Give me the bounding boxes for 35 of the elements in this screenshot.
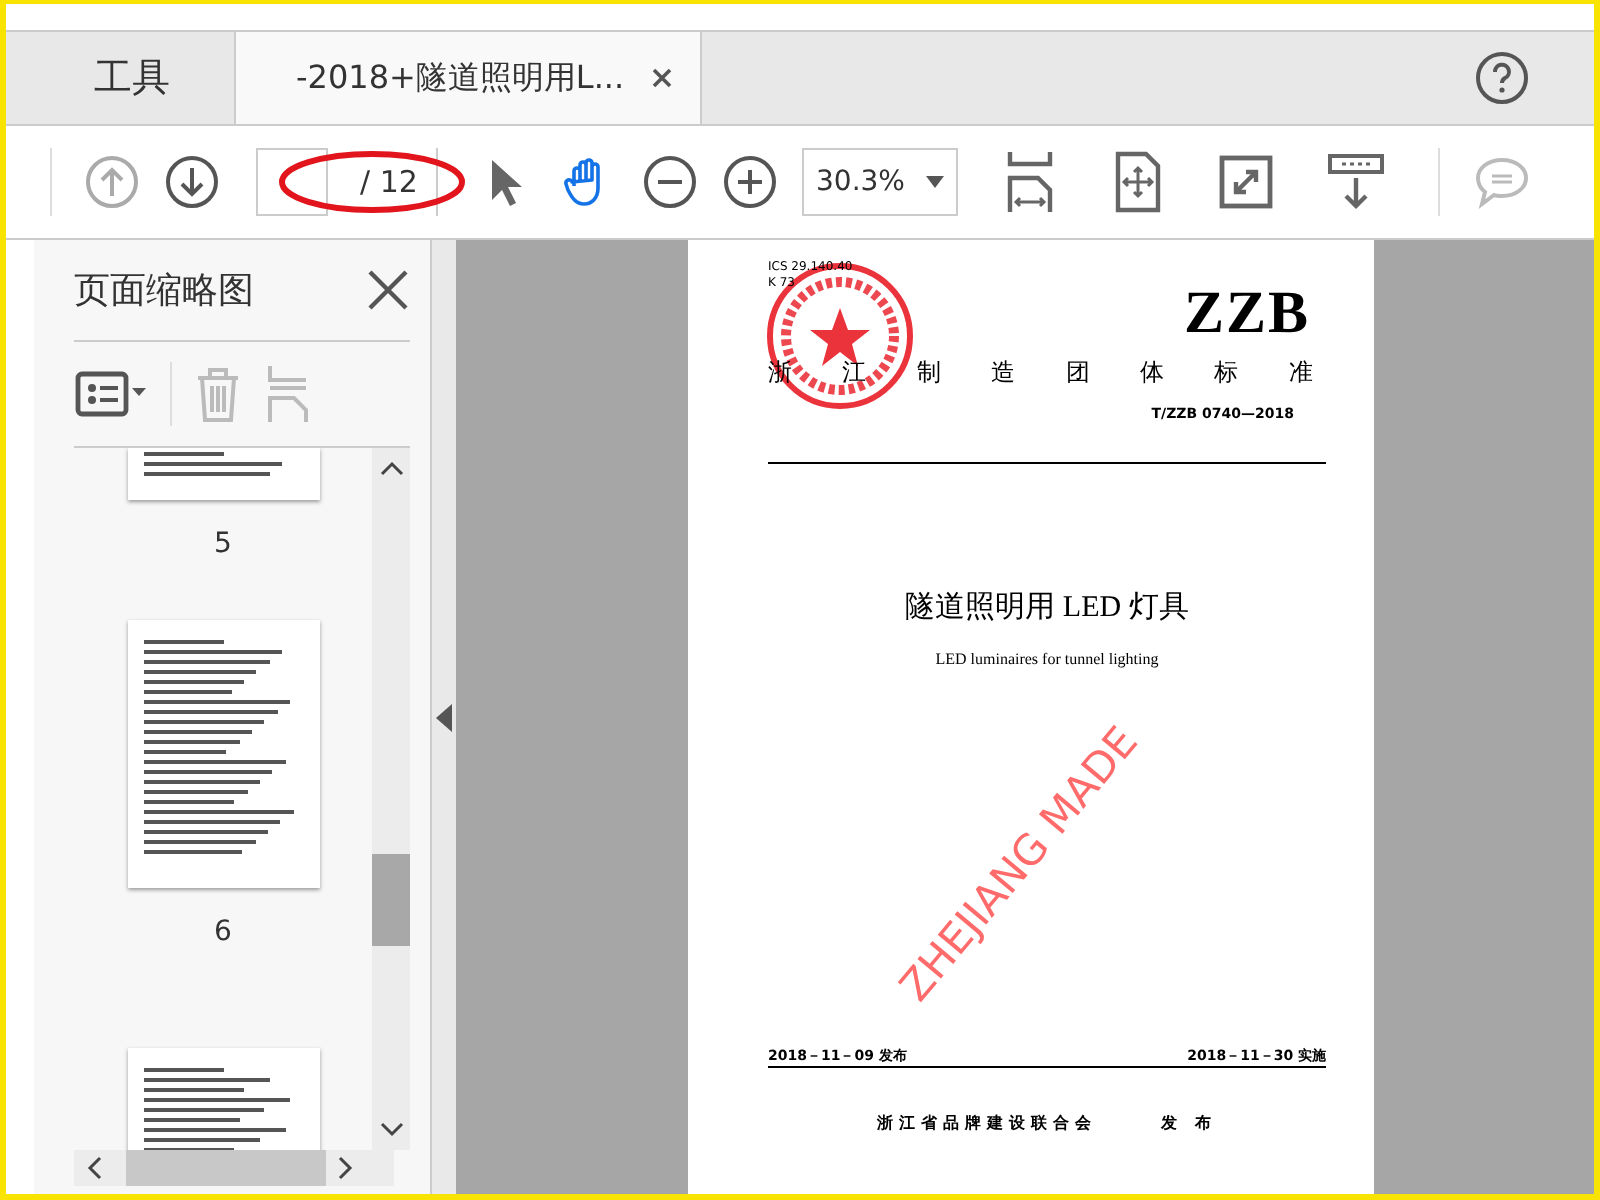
scrollbar-thumb[interactable] xyxy=(126,1150,326,1186)
scroll-up-icon[interactable] xyxy=(379,460,403,476)
scroll-mode-icon[interactable] xyxy=(1326,152,1386,212)
panel-title: 页面缩略图 xyxy=(74,268,254,314)
page-thumbnail[interactable] xyxy=(127,448,319,500)
scrollbar-thumb[interactable] xyxy=(372,853,410,945)
vertical-scrollbar[interactable] xyxy=(372,448,410,1150)
zoom-dropdown[interactable]: 30.3% xyxy=(802,148,958,216)
next-page-icon[interactable] xyxy=(164,154,220,210)
document-tab[interactable]: -2018+隧道照明用L... xyxy=(234,32,703,124)
publisher-name: 浙江省品牌建设联合会 xyxy=(877,1112,1098,1134)
full-screen-icon[interactable] xyxy=(1218,154,1274,210)
close-icon[interactable] xyxy=(652,68,673,88)
document-title: 隧道照明用 LED 灯具 xyxy=(903,589,1191,626)
collapse-panel-icon[interactable] xyxy=(436,703,452,731)
page-thumbnail[interactable] xyxy=(127,620,319,888)
fit-page-icon[interactable] xyxy=(1110,150,1166,214)
fit-width-icon[interactable] xyxy=(1002,150,1058,214)
scroll-down-icon[interactable] xyxy=(379,1122,403,1138)
document-subtitle: LED luminaires for tunnel lighting xyxy=(933,650,1161,668)
help-icon[interactable] xyxy=(1474,50,1530,106)
page-number: 5 xyxy=(214,528,232,560)
caret-icon xyxy=(926,176,944,188)
close-icon[interactable] xyxy=(366,268,410,312)
publish-label: 发 布 xyxy=(1161,1112,1217,1134)
horizontal-scrollbar[interactable] xyxy=(74,1150,394,1186)
zoom-in-icon[interactable] xyxy=(722,154,778,210)
scroll-left-icon[interactable] xyxy=(86,1156,102,1180)
zoom-out-icon[interactable] xyxy=(642,154,698,210)
page-count: / 12 xyxy=(360,164,418,200)
scroll-right-icon[interactable] xyxy=(338,1156,354,1180)
options-icon[interactable] xyxy=(74,368,150,420)
document-tab[interactable]: 工具 xyxy=(6,32,198,124)
standard-mark: ZZB xyxy=(1183,280,1310,348)
page-number: 6 xyxy=(214,916,232,948)
